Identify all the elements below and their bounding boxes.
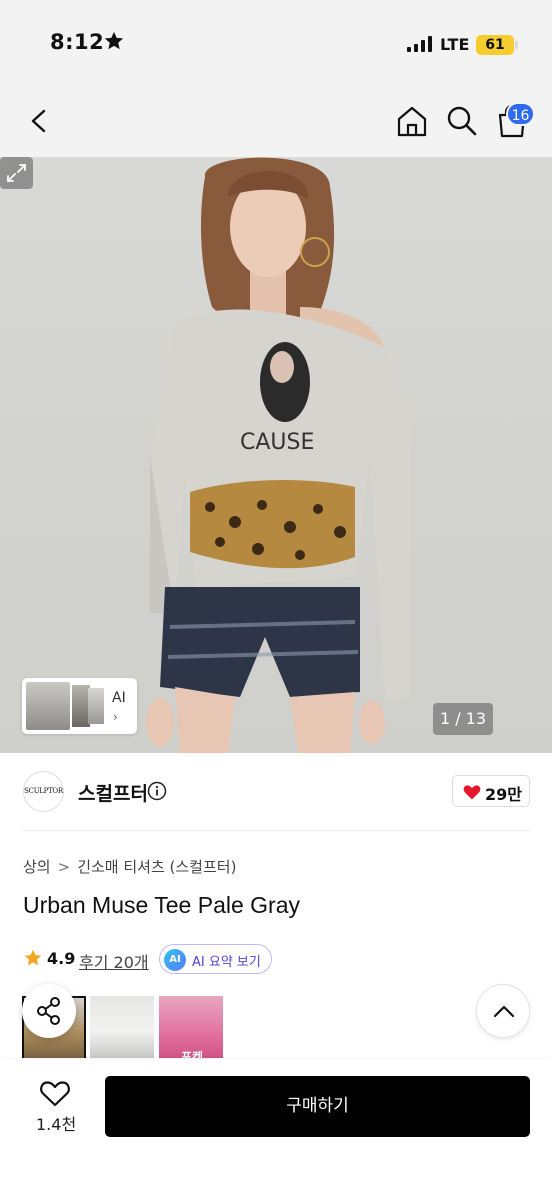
brand-like-button[interactable]: 29만 xyxy=(452,775,530,807)
info-icon[interactable] xyxy=(147,781,167,801)
rating-value: 4.9 xyxy=(47,949,76,968)
lookbook-thumb-3 xyxy=(88,688,104,724)
bottom-action-bar: 1.4천 구매하기 xyxy=(0,1059,552,1200)
ai-summary-label: AI 요약 보기 xyxy=(192,955,261,970)
share-button[interactable] xyxy=(22,984,76,1038)
model-photo: CAUSE xyxy=(146,157,410,753)
brand-logo[interactable]: SCULPTOR xyxy=(23,771,64,812)
share-icon xyxy=(37,997,60,1025)
breadcrumb-category[interactable]: 상의 xyxy=(23,856,51,877)
home-button[interactable] xyxy=(394,103,430,139)
top-area: 8:12 LTE 61 16 xyxy=(0,0,552,157)
swatch-pink[interactable]: 포켓 xyxy=(159,996,223,1058)
brand-name[interactable]: 스컬프터 xyxy=(78,779,148,806)
product-image[interactable]: CAUSE AI › 1 / 13 xyxy=(0,157,552,753)
scroll-top-button[interactable] xyxy=(476,984,530,1038)
ai-label: AI xyxy=(112,690,126,706)
back-button[interactable] xyxy=(22,103,56,139)
rating-star-icon xyxy=(24,949,42,966)
breadcrumb-separator: > xyxy=(57,858,71,876)
network-label: LTE xyxy=(440,35,470,54)
ai-badge: AI xyxy=(164,949,186,971)
divider xyxy=(23,830,530,831)
ai-lookbook-thumbnails[interactable]: AI › xyxy=(22,678,137,734)
lookbook-thumb-1 xyxy=(26,682,70,730)
cart-count-badge: 16 xyxy=(506,102,535,126)
chevron-up-icon xyxy=(493,1005,515,1018)
shirt-print-text: CAUSE xyxy=(240,430,314,455)
chevron-right-icon: › xyxy=(113,710,118,724)
star-icon xyxy=(104,31,124,50)
swatch-white[interactable] xyxy=(90,996,154,1058)
image-counter: 1 / 13 xyxy=(433,703,493,735)
ai-summary-button[interactable]: AI AI 요약 보기 xyxy=(159,944,272,974)
breadcrumb: 상의 > 긴소매 티셔츠 (스컬프터) xyxy=(23,856,236,877)
swatch-caption: 포켓 xyxy=(181,1050,204,1058)
brand-like-count: 29만 xyxy=(485,785,522,804)
buy-button[interactable]: 구매하기 xyxy=(105,1076,530,1137)
heart-outline-icon[interactable] xyxy=(38,1078,72,1108)
status-time: 8:12 xyxy=(50,30,105,54)
heart-icon xyxy=(463,785,481,800)
signal-icon xyxy=(407,36,432,52)
battery-cap xyxy=(515,41,518,49)
product-title: Urban Muse Tee Pale Gray xyxy=(23,892,300,918)
reviews-link[interactable]: 후기 20개 xyxy=(79,949,149,973)
expand-button[interactable] xyxy=(0,157,33,189)
breadcrumb-subcategory[interactable]: 긴소매 티셔츠 (스컬프터) xyxy=(77,856,236,877)
battery-indicator: 61 xyxy=(476,35,514,55)
wishlist-count: 1.4천 xyxy=(36,1115,77,1134)
search-button[interactable] xyxy=(444,103,480,139)
